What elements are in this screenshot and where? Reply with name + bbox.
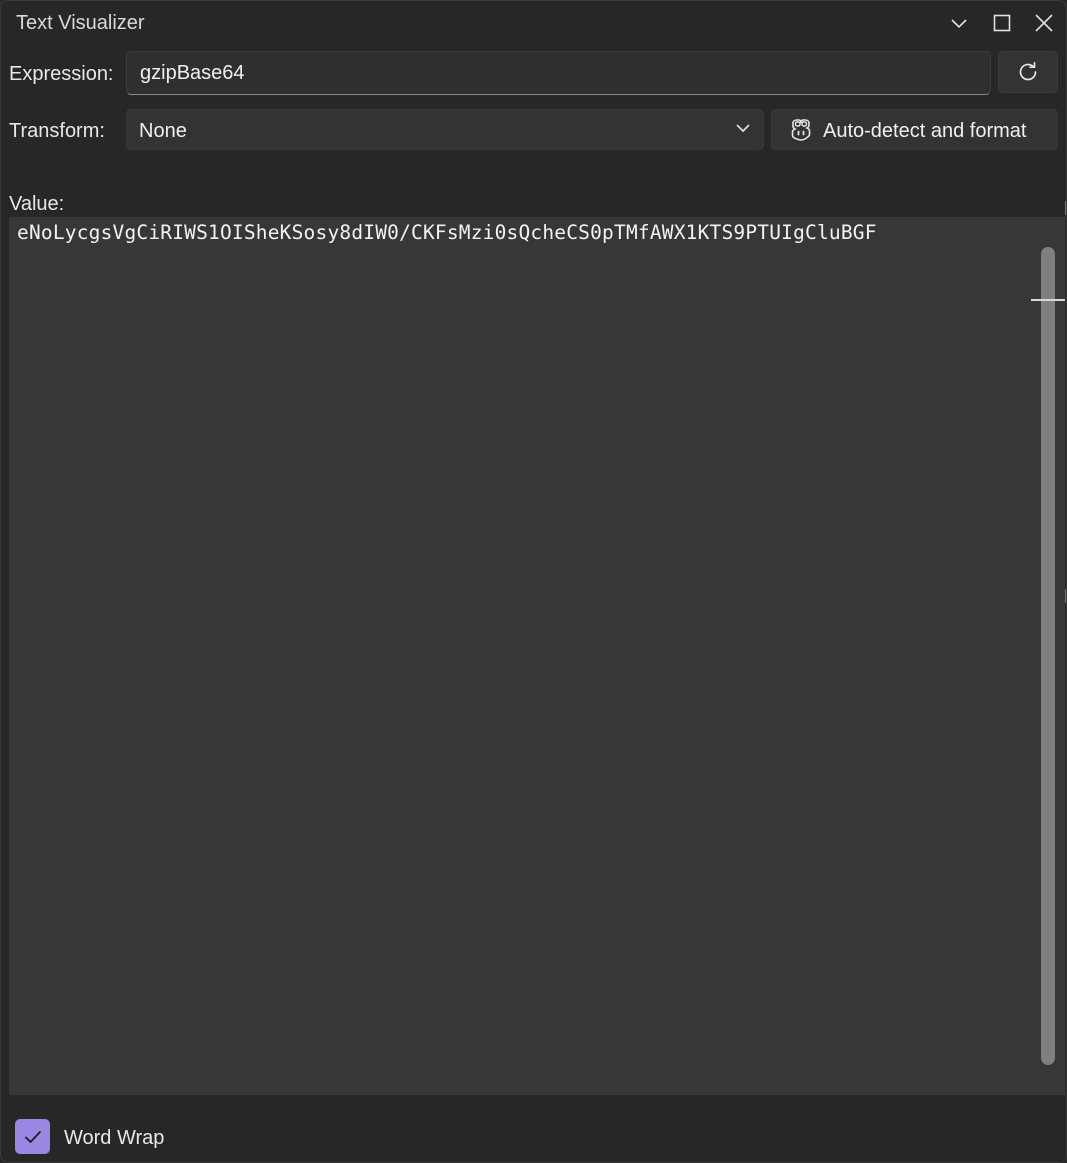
auto-detect-button[interactable]: Auto-detect and format (771, 109, 1058, 150)
auto-detect-label: Auto-detect and format (823, 120, 1027, 142)
checkmark-icon (24, 1130, 41, 1143)
refresh-icon (1019, 61, 1037, 81)
chevron-down-icon (736, 124, 750, 133)
value-text[interactable]: eNoLycgsVgCiRIWS1OISheKSosy8dIW0/CKFsMzi… (17, 221, 1027, 244)
chevron-down-icon (951, 19, 967, 29)
word-wrap-checkbox[interactable] (15, 1119, 50, 1154)
title-bar[interactable]: Text Visualizer (1, 1, 1066, 45)
vertical-scrollbar[interactable] (1041, 247, 1055, 1065)
refresh-button[interactable] (998, 51, 1058, 93)
word-wrap-label[interactable]: Word Wrap (64, 1127, 164, 1150)
value-text-area[interactable]: eNoLycgsVgCiRIWS1OISheKSosy8dIW0/CKFsMzi… (9, 217, 1065, 1095)
expression-input[interactable] (126, 51, 991, 95)
transform-label: Transform: (9, 120, 105, 142)
scrollbar-position-marker (1031, 299, 1065, 301)
text-visualizer-window: Text Visualizer Expression: Transform: N… (0, 0, 1067, 1163)
minimize-button[interactable] (941, 7, 977, 39)
transform-dropdown[interactable]: None (126, 109, 764, 150)
close-button[interactable] (1026, 7, 1062, 39)
transform-selected-value: None (139, 120, 187, 142)
close-icon (1035, 14, 1053, 32)
window-title: Text Visualizer (16, 12, 145, 34)
value-label: Value: (9, 193, 65, 215)
maximize-icon (993, 14, 1011, 32)
maximize-button[interactable] (984, 7, 1020, 39)
copilot-icon (791, 119, 811, 141)
expression-label: Expression: (9, 63, 114, 85)
